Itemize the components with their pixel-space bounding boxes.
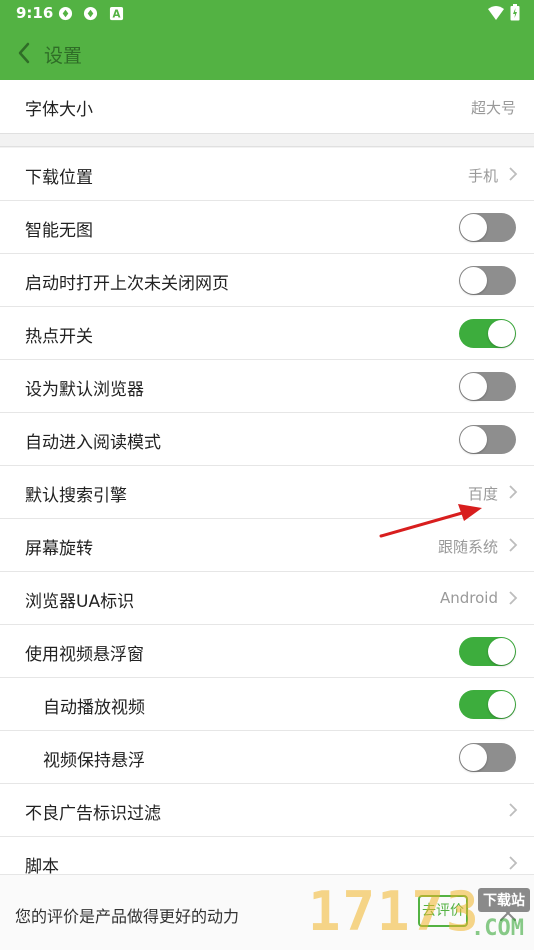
hotspot-toggle[interactable] xyxy=(459,319,516,348)
status-bar: 9:16 A xyxy=(0,0,534,27)
chevron-right-icon xyxy=(509,538,518,552)
restore-tabs-toggle[interactable] xyxy=(459,266,516,295)
setting-hotspot: 热点开关 xyxy=(0,307,534,360)
setting-label: 热点开关 xyxy=(25,327,93,347)
setting-label: 浏览器UA标识 xyxy=(25,592,135,612)
status-indicators xyxy=(487,4,520,25)
setting-label: 不良广告标识过滤 xyxy=(25,804,161,824)
setting-restore-tabs: 启动时打开上次未关闭网页 xyxy=(0,254,534,307)
chevron-right-icon xyxy=(509,591,518,605)
setting-label: 屏幕旋转 xyxy=(25,539,93,559)
toggle-knob xyxy=(488,691,515,718)
page-title: 设置 xyxy=(44,45,83,67)
setting-ad-filter[interactable]: 不良广告标识过滤 xyxy=(0,784,534,837)
setting-value: 百度 xyxy=(467,485,498,503)
setting-label: 视频保持悬浮 xyxy=(43,751,145,771)
keep-video-floating-toggle[interactable] xyxy=(459,743,516,772)
setting-label: 自动进入阅读模式 xyxy=(25,433,161,453)
setting-label: 默认搜索引擎 xyxy=(25,486,127,506)
site-watermark: 17173 下载站 .COM xyxy=(308,880,534,950)
app-bar: 设置 xyxy=(0,27,534,80)
watermark-number: 17173 xyxy=(308,880,481,943)
setting-label: 启动时打开上次未关闭网页 xyxy=(25,274,229,294)
setting-default-browser: 设为默认浏览器 xyxy=(0,360,534,413)
setting-video-float-window: 使用视频悬浮窗 xyxy=(0,625,534,678)
settings-group-main: 下载位置 手机 智能无图 启动时打开上次未关闭网页 热点开关 设为默认浏览器 自… xyxy=(0,148,534,890)
setting-smart-no-image: 智能无图 xyxy=(0,201,534,254)
setting-label: 自动播放视频 xyxy=(43,698,145,718)
setting-label: 使用视频悬浮窗 xyxy=(25,645,144,665)
setting-value: 超大号 xyxy=(470,99,516,117)
settings-group-display: 字体大小 超大号 xyxy=(0,80,534,133)
watermark-domain: .COM xyxy=(471,916,524,941)
smart-no-image-toggle[interactable] xyxy=(459,213,516,242)
chevron-right-icon xyxy=(509,856,518,870)
toggle-knob xyxy=(460,426,487,453)
autoplay-video-toggle[interactable] xyxy=(459,690,516,719)
setting-auto-reader-mode: 自动进入阅读模式 xyxy=(0,413,534,466)
vpn-shield-icon xyxy=(58,6,73,21)
vpn-shield-icon xyxy=(83,6,98,21)
setting-screen-rotation[interactable]: 屏幕旋转 跟随系统 xyxy=(0,519,534,572)
toggle-knob xyxy=(488,638,515,665)
setting-download-location[interactable]: 下载位置 手机 xyxy=(0,148,534,201)
wifi-icon xyxy=(487,6,504,20)
auto-reader-mode-toggle[interactable] xyxy=(459,425,516,454)
notification-a-icon: A xyxy=(109,6,124,21)
toggle-knob xyxy=(460,373,487,400)
setting-value: 跟随系统 xyxy=(437,538,498,556)
toggle-knob xyxy=(488,320,515,347)
toggle-knob xyxy=(460,267,487,294)
svg-text:A: A xyxy=(113,9,121,21)
chevron-right-icon xyxy=(509,485,518,499)
setting-label: 设为默认浏览器 xyxy=(25,380,144,400)
default-browser-toggle[interactable] xyxy=(459,372,516,401)
setting-font-size[interactable]: 字体大小 超大号 xyxy=(0,80,534,133)
setting-label: 智能无图 xyxy=(25,221,93,241)
chevron-right-icon xyxy=(509,803,518,817)
toggle-knob xyxy=(460,214,487,241)
status-time: 9:16 xyxy=(16,4,54,22)
toggle-knob xyxy=(460,744,487,771)
setting-value: 手机 xyxy=(467,167,498,185)
rating-message: 您的评价是产品做得更好的动力 xyxy=(15,907,240,926)
setting-label: 字体大小 xyxy=(25,100,93,120)
battery-icon xyxy=(510,4,520,21)
setting-value: Android xyxy=(440,589,498,607)
chevron-right-icon xyxy=(509,167,518,181)
back-arrow-icon[interactable] xyxy=(14,40,34,66)
section-divider xyxy=(0,133,534,147)
video-float-window-toggle[interactable] xyxy=(459,637,516,666)
setting-autoplay-video: 自动播放视频 xyxy=(0,678,534,731)
setting-ua-identifier[interactable]: 浏览器UA标识 Android xyxy=(0,572,534,625)
setting-keep-video-floating: 视频保持悬浮 xyxy=(0,731,534,784)
setting-default-search-engine[interactable]: 默认搜索引擎 百度 xyxy=(0,466,534,519)
setting-label: 下载位置 xyxy=(25,168,93,188)
watermark-tag: 下载站 xyxy=(478,888,530,912)
